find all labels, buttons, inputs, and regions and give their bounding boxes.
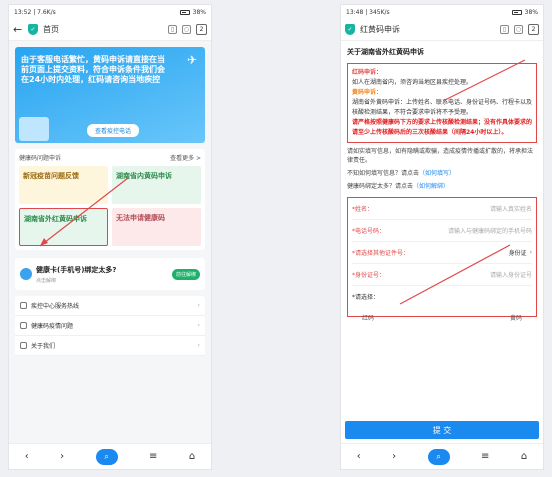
tile-vaccine-feedback[interactable]: 新冠疫苗问题反馈 xyxy=(19,166,108,204)
tile-in-province-yellow[interactable]: 湖南省内黄码申诉 xyxy=(112,166,201,204)
bookmark-icon[interactable]: ▯ xyxy=(500,25,509,34)
bind-card: 健康卡(手机号)绑定太多? 点击解绑 前往解绑 xyxy=(15,258,205,290)
menu-item-health-code[interactable]: 健康码疫情问题 › xyxy=(15,316,205,336)
status-bar: 13:48 | 345K/s 38% xyxy=(341,5,543,19)
how-to-fill-line: 不知如何填写信息？请点击（如何填写） xyxy=(347,170,456,177)
choose-label: *请选择： xyxy=(352,294,380,301)
tile-cannot-apply[interactable]: 无法申请健康码 xyxy=(112,208,201,246)
view-hotline-button[interactable]: 查看疫控电话 xyxy=(87,124,140,137)
choice-options: 红码 黄码 xyxy=(352,313,532,322)
chevron-right-icon: › xyxy=(197,322,200,329)
how-to-unbind-line: 健康码绑定太多？请点击（如何解绑） xyxy=(347,183,450,190)
bottom-nav: ‹ › ⌕ ≡ ⌂ xyxy=(341,443,543,469)
status-right: 38% xyxy=(511,9,538,16)
phone-home-screen: 13:52 | 7.6K/s 38% ← ✓ 首页 ▯ ○ 2 由于客服电话繁忙… xyxy=(8,4,212,470)
nav-search-icon[interactable]: ⌕ xyxy=(95,448,118,465)
code-type-choice: *请选择： 红码 黄码 xyxy=(352,286,532,322)
menu-item-cdc-hotline[interactable]: 疾控中心服务热线 › xyxy=(15,296,205,316)
notice-banner: 由于客服电话繁忙，黄码申诉请直接在当前页面上提交资料，符合申诉条件我们会在24小… xyxy=(15,47,205,143)
menu-label: 健康码疫情问题 xyxy=(31,323,74,330)
section-title: 健康码问题申诉 xyxy=(19,155,62,162)
bind-subtitle: 点击解绑 xyxy=(36,277,57,284)
appeal-form: *姓名： 请输入真实姓名 *电话号码： 请输入与健康码绑定的手机号码 *请选择其他证… xyxy=(347,197,537,322)
nav-home-icon[interactable]: ⌂ xyxy=(189,451,195,462)
bind-text: 健康卡(手机号)绑定太多? 点击解绑 xyxy=(36,265,168,284)
how-to-unbind-link[interactable]: （如何解绑） xyxy=(413,183,449,190)
yellow-code-text: 湖南省外黄码申诉：上传姓名、联系电话、身份证号码、行程卡以及核酸检测结果，不符合… xyxy=(352,99,533,116)
menu-label: 关于我们 xyxy=(31,343,56,350)
shield-icon: ✓ xyxy=(345,24,355,35)
banner-text: 由于客服电话繁忙，黄码申诉请直接在当前页面上提交资料，符合申诉条件我们会在24小… xyxy=(21,55,165,84)
nav-forward-icon[interactable]: › xyxy=(60,451,64,462)
nav-back-icon[interactable]: ‹ xyxy=(25,451,29,462)
section-header: 健康码问题申诉 查看更多 > xyxy=(19,153,201,162)
refresh-icon[interactable]: ○ xyxy=(182,25,191,34)
illustration-icon xyxy=(19,117,49,141)
menu-list: 疾控中心服务热线 › 健康码疫情问题 › 关于我们 › xyxy=(15,296,205,356)
id-type-select[interactable]: *请选择其他证件号： 身份证 › xyxy=(352,242,532,264)
bookmark-icon[interactable]: ▯ xyxy=(168,25,177,34)
yellow-code-label: 黄码申诉： xyxy=(352,89,383,96)
appeal-section: 健康码问题申诉 查看更多 > 新冠疫苗问题反馈 湖南省内黄码申诉 湖南省外红黄码… xyxy=(15,149,205,250)
tag-icon xyxy=(20,322,27,329)
warning-text: 请严格按照健康码下方的要求上传核酸检测结果；没有作具体要求的请至少上传核酸码后的… xyxy=(352,119,533,136)
status-left: 13:48 | 345K/s xyxy=(346,8,390,16)
battery-icon xyxy=(179,9,190,15)
phone-icon xyxy=(20,302,27,309)
refresh-icon[interactable]: ○ xyxy=(514,25,523,34)
chevron-right-icon: › xyxy=(197,302,200,309)
red-code-label: 红码申诉： xyxy=(352,69,383,76)
status-right: 38% xyxy=(179,9,206,16)
phone-appeal-form: 13:48 | 345K/s 38% ✓ 红黄码申诉 ▯ ○ 2 关于湖南省外红… xyxy=(340,4,544,470)
red-code-option[interactable]: 红码 xyxy=(362,313,374,322)
nav-back-icon[interactable]: ‹ xyxy=(357,451,361,462)
menu-label: 疾控中心服务热线 xyxy=(31,303,80,310)
nav-search-icon[interactable]: ⌕ xyxy=(427,448,450,465)
status-bar: 13:52 | 7.6K/s 38% xyxy=(9,5,211,19)
how-to-fill-link[interactable]: （如何填写） xyxy=(419,170,455,177)
nav-menu-icon[interactable]: ≡ xyxy=(481,451,489,462)
unbind-button[interactable]: 前往解绑 xyxy=(171,268,200,280)
chevron-right-icon: › xyxy=(197,342,200,349)
red-code-text: 如人在湖南省内，须咨询当地区县疾控处理。 xyxy=(352,79,473,86)
info-icon xyxy=(20,342,27,349)
yellow-code-option[interactable]: 黄码 xyxy=(510,313,522,322)
address-bar: ← ✓ 首页 ▯ ○ 2 xyxy=(9,19,211,41)
nav-forward-icon[interactable]: › xyxy=(392,451,396,462)
nav-menu-icon[interactable]: ≡ xyxy=(149,451,157,462)
name-field[interactable]: *姓名： 请输入真实姓名 xyxy=(352,198,532,220)
shield-icon: ✓ xyxy=(28,24,38,35)
status-left: 13:52 | 7.6K/s xyxy=(14,8,56,16)
appeal-page-body: 关于湖南省外红黄码申诉 红码申诉： 如人在湖南省内，须咨询当地区县疾控处理。 黄… xyxy=(341,41,543,469)
tabs-count-button[interactable]: 2 xyxy=(528,24,539,35)
appeal-rules-box: 红码申诉： 如人在湖南省内，须咨询当地区县疾控处理。 黄码申诉： 湖南省外黄码申… xyxy=(347,63,537,143)
back-arrow-icon[interactable]: ← xyxy=(13,23,23,36)
menu-item-about[interactable]: 关于我们 › xyxy=(15,336,205,356)
avatar xyxy=(20,268,32,280)
submit-button[interactable]: 提 交 xyxy=(345,421,539,439)
page-heading: 关于湖南省外红黄码申诉 xyxy=(347,48,424,56)
chevron-right-icon: › xyxy=(529,249,532,256)
page-title: 红黄码申诉 xyxy=(360,25,400,34)
tile-out-province-red-yellow[interactable]: 湖南省外红黄码申诉 xyxy=(19,208,108,246)
nav-home-icon[interactable]: ⌂ xyxy=(521,451,527,462)
id-number-field[interactable]: *身份证号： 请输入身份证号 xyxy=(352,264,532,286)
screenshot-canvas: 13:52 | 7.6K/s 38% ← ✓ 首页 ▯ ○ 2 由于客服电话繁忙… xyxy=(0,0,552,477)
phone-field[interactable]: *电话号码： 请输入与健康码绑定的手机号码 xyxy=(352,220,532,242)
tabs-count-button[interactable]: 2 xyxy=(196,24,207,35)
bottom-nav: ‹ › ⌕ ≡ ⌂ xyxy=(9,443,211,469)
bind-title: 健康卡(手机号)绑定太多? xyxy=(36,265,117,274)
appeal-grid: 新冠疫苗问题反馈 湖南省内黄码申诉 湖南省外红黄码申诉 无法申请健康码 xyxy=(19,166,201,246)
view-more-link[interactable]: 查看更多 > xyxy=(170,153,201,162)
page-title: 首页 xyxy=(43,25,59,34)
plane-icon: ✈ xyxy=(186,53,197,67)
note-text: 请如实填写信息，如有隐瞒或欺骗，造成疫情传播或扩散的，将承担法律责任。 xyxy=(347,148,534,164)
address-bar: ✓ 红黄码申诉 ▯ ○ 2 xyxy=(341,19,543,41)
battery-icon xyxy=(511,9,522,15)
